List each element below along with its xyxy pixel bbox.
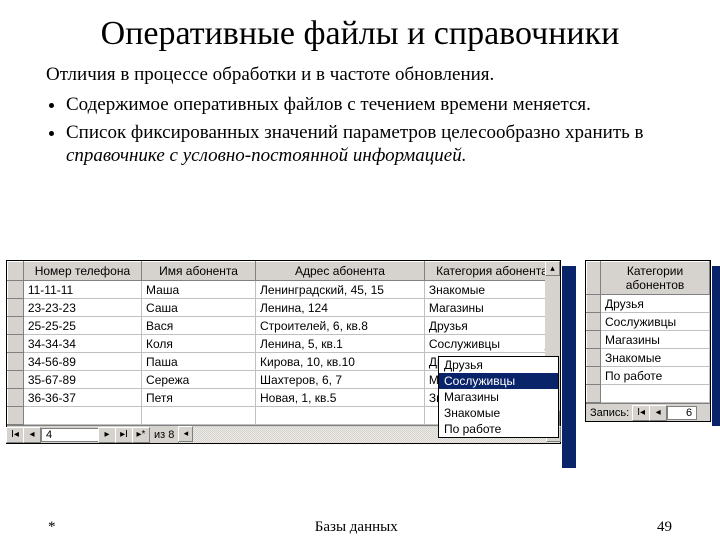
col-name[interactable]: Имя абонента <box>142 262 256 281</box>
nav-next-button[interactable]: ▸ <box>98 427 116 443</box>
nav-current-record[interactable]: 4 <box>41 428 99 442</box>
cell[interactable]: Сослуживцы <box>601 313 710 331</box>
dropdown-option[interactable]: Сослуживцы <box>439 373 558 389</box>
nav-prev-button[interactable]: ◂ <box>649 405 667 421</box>
dropdown-option[interactable]: Знакомые <box>439 405 558 421</box>
row-selector[interactable] <box>8 389 24 407</box>
nav-prev-button[interactable]: ◂ <box>23 427 41 443</box>
category-dropdown-list[interactable]: ДрузьяСослуживцыМагазиныЗнакомыеПо работ… <box>438 356 559 438</box>
row-selector[interactable] <box>587 331 601 349</box>
cell[interactable]: Строителей, 6, кв.8 <box>256 317 425 335</box>
cell[interactable]: Коля <box>142 335 256 353</box>
cell[interactable]: 35-67-89 <box>23 371 141 389</box>
window-shadow <box>712 266 720 426</box>
table-row[interactable]: 34-34-34КоляЛенина, 5, кв.1Сослуживцы▾ <box>8 335 560 353</box>
table-row[interactable]: Друзья <box>587 295 710 313</box>
col-category[interactable]: Категория абонента <box>424 262 559 281</box>
slide-title: Оперативные файлы и справочники <box>40 14 680 53</box>
cell[interactable]: Сережа <box>142 371 256 389</box>
nav-total-records: из 8 <box>150 429 178 441</box>
row-selector[interactable] <box>587 313 601 331</box>
bullet-1: Содержимое оперативных файлов с течением… <box>66 93 674 117</box>
nav-new-button[interactable]: ▸* <box>132 427 150 443</box>
cell[interactable]: 34-34-34 <box>23 335 141 353</box>
table-row[interactable]: По работе <box>587 367 710 385</box>
col-phone[interactable]: Номер телефона <box>23 262 141 281</box>
cell[interactable]: 23-23-23 <box>23 299 141 317</box>
cell[interactable]: Сослуживцы▾ <box>424 335 559 353</box>
cell[interactable]: Ленина, 5, кв.1 <box>256 335 425 353</box>
database-screenshot-area: Номер телефона Имя абонента Адрес абонен… <box>0 260 720 482</box>
record-navigator: Запись: I◂ ◂ 6 <box>586 403 710 421</box>
cell[interactable]: Новая, 1, кв.5 <box>256 389 425 407</box>
window-shadow <box>562 266 576 468</box>
nav-current-record[interactable]: 6 <box>667 406 697 420</box>
bullet-list: Содержимое оперативных файлов с течением… <box>66 93 674 168</box>
table-row[interactable]: Сослуживцы <box>587 313 710 331</box>
col-address[interactable]: Адрес абонента <box>256 262 425 281</box>
cell[interactable]: По работе <box>601 367 710 385</box>
table-row[interactable]: Магазины <box>587 331 710 349</box>
slide-footer: * Базы данных 49 <box>0 519 720 536</box>
bullet-2: Список фиксированных значений параметров… <box>66 121 674 169</box>
row-selector[interactable] <box>587 367 601 385</box>
row-selector[interactable] <box>8 299 24 317</box>
nav-first-button[interactable]: I◂ <box>632 405 650 421</box>
row-selector[interactable] <box>8 335 24 353</box>
row-selector[interactable] <box>8 353 24 371</box>
row-selector[interactable] <box>8 371 24 389</box>
nav-first-button[interactable]: I◂ <box>6 427 24 443</box>
nav-label: Запись: <box>586 407 633 419</box>
cell[interactable]: 11-11-11 <box>23 281 141 299</box>
row-selector[interactable] <box>587 349 601 367</box>
dropdown-option[interactable]: Друзья <box>439 357 558 373</box>
intro-text: Отличия в процессе обработки и в частоте… <box>46 63 674 87</box>
categories-table-window: Категории абонентов ДрузьяСослуживцыМага… <box>585 260 711 422</box>
cell[interactable]: 25-25-25 <box>23 317 141 335</box>
footer-left: * <box>48 519 56 536</box>
dropdown-option[interactable]: По работе <box>439 421 558 437</box>
table-row[interactable]: 11-11-11МашаЛенинградский, 45, 15Знакомы… <box>8 281 560 299</box>
dropdown-option[interactable]: Магазины <box>439 389 558 405</box>
cell[interactable]: Друзья <box>601 295 710 313</box>
row-selector-header[interactable] <box>587 262 601 295</box>
col-categories[interactable]: Категории абонентов <box>601 262 710 295</box>
table-row[interactable]: 25-25-25ВасяСтроителей, 6, кв.8Друзья <box>8 317 560 335</box>
table-row[interactable]: 23-23-23СашаЛенина, 124Магазины <box>8 299 560 317</box>
footer-center: Базы данных <box>315 519 398 536</box>
hscroll-left-button[interactable]: ◂ <box>178 426 193 442</box>
cell[interactable]: Кирова, 10, кв.10 <box>256 353 425 371</box>
cell[interactable]: Саша <box>142 299 256 317</box>
table-row-new[interactable] <box>587 385 710 403</box>
cell[interactable]: Ленина, 124 <box>256 299 425 317</box>
cell[interactable]: 36-36-37 <box>23 389 141 407</box>
footer-right: 49 <box>657 519 672 536</box>
table-row[interactable]: Знакомые <box>587 349 710 367</box>
categories-table[interactable]: Категории абонентов ДрузьяСослуживцыМага… <box>586 261 710 403</box>
scroll-up-button[interactable]: ▴ <box>545 261 560 276</box>
cell[interactable]: Знакомые <box>601 349 710 367</box>
cell[interactable]: Магазины <box>601 331 710 349</box>
row-selector[interactable] <box>8 281 24 299</box>
row-selector-header[interactable] <box>8 262 24 281</box>
cell[interactable]: Магазины <box>424 299 559 317</box>
cell[interactable]: Вася <box>142 317 256 335</box>
row-selector[interactable] <box>8 317 24 335</box>
nav-last-button[interactable]: ▸I <box>115 427 133 443</box>
cell[interactable]: Знакомые <box>424 281 559 299</box>
cell[interactable]: Ленинградский, 45, 15 <box>256 281 425 299</box>
cell[interactable]: 34-56-89 <box>23 353 141 371</box>
cell[interactable]: Шахтеров, 6, 7 <box>256 371 425 389</box>
cell[interactable]: Петя <box>142 389 256 407</box>
cell[interactable]: Друзья <box>424 317 559 335</box>
cell[interactable]: Маша <box>142 281 256 299</box>
cell[interactable]: Паша <box>142 353 256 371</box>
row-selector[interactable] <box>587 295 601 313</box>
